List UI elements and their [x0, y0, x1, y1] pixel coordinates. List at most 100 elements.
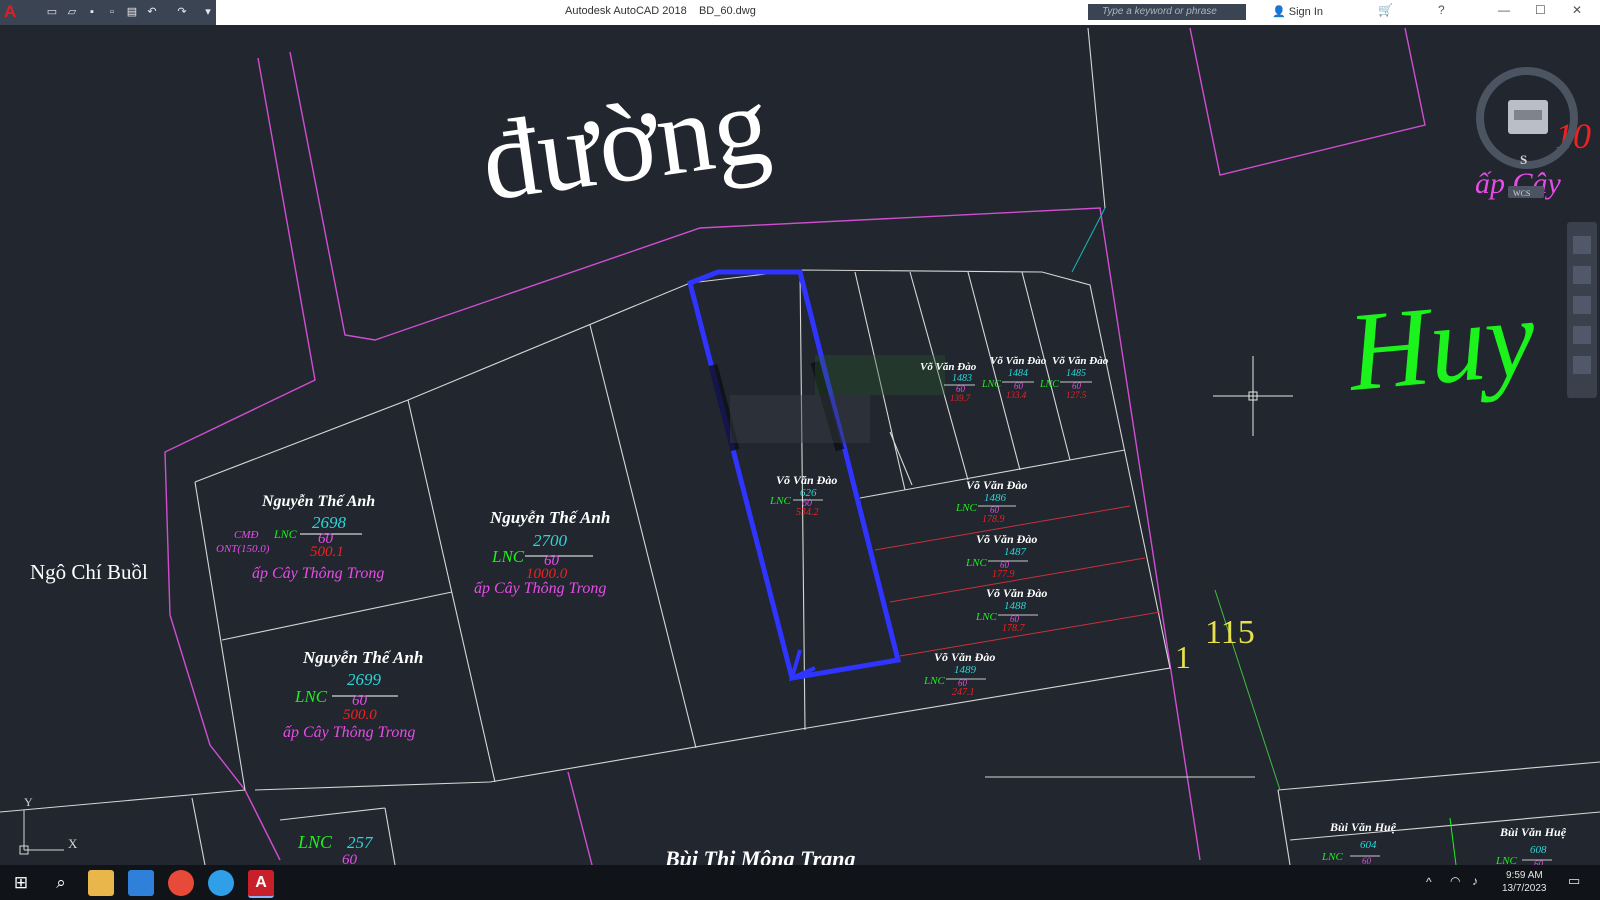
- area-value: 127.5: [1066, 390, 1087, 400]
- parcel-number: 1489: [954, 664, 977, 676]
- land-type: LNC: [955, 502, 977, 514]
- window-title: Autodesk AutoCAD 2018 BD_60.dwg: [565, 5, 756, 17]
- land-type: LNC: [1321, 851, 1343, 863]
- area-value: 500.1: [310, 544, 344, 560]
- parcel-number: 2700: [533, 531, 568, 550]
- road-bottom-label: Bùi Thị Mộng Trang: [664, 846, 856, 865]
- search-input[interactable]: Type a keyword or phrase: [1088, 4, 1246, 20]
- parcel-number: 1486: [984, 492, 1007, 504]
- area-value: 178.9: [982, 514, 1005, 525]
- ont-label: ONT(150.0): [216, 543, 270, 555]
- area-value: 177.9: [992, 569, 1015, 580]
- autocad-logo-icon[interactable]: A: [4, 3, 22, 21]
- owner-label: Bùi Văn Huệ: [1499, 825, 1567, 839]
- clock-time[interactable]: 9:59 AM: [1506, 870, 1543, 881]
- owner-label: Võ Văn Đào: [920, 361, 977, 373]
- drawing-canvas[interactable]: đường Huy Ngô Chí Buồl Bùi Thị Mộng Tran…: [0, 25, 1600, 865]
- chevron-down-icon[interactable]: ▾: [202, 6, 214, 18]
- area-value: 534.2: [796, 507, 819, 518]
- sign-in-label: Sign In: [1288, 6, 1324, 18]
- label-115: 115: [1205, 614, 1255, 651]
- windows-start-icon[interactable]: ⊞: [8, 870, 34, 896]
- land-type: LNC: [1495, 855, 1517, 865]
- blurred-region: [730, 395, 870, 443]
- parcel-number: 257: [347, 833, 374, 852]
- print-icon[interactable]: ▤: [126, 6, 138, 18]
- notification-icon[interactable]: ▭: [1568, 873, 1580, 889]
- hamlet-label: ấp Cây Thông Trong: [474, 580, 606, 597]
- owner-label: Võ Văn Đào: [1052, 355, 1109, 367]
- land-type: LNC: [965, 557, 987, 569]
- parcel-number: 1487: [1004, 546, 1027, 558]
- messenger-icon[interactable]: [208, 870, 234, 896]
- owner-label: Nguyễn Thế Anh: [261, 493, 375, 510]
- parcel-number: 2699: [347, 670, 382, 689]
- title-bar: A ▭ ▱ ▪ ▫ ▤ ↶ ↷ ▾ Autodesk AutoCAD 2018 …: [0, 0, 1600, 26]
- network-icon[interactable]: ◠: [1450, 874, 1460, 888]
- cart-icon[interactable]: 🛒: [1378, 3, 1393, 17]
- new-file-icon[interactable]: ▭: [46, 6, 58, 18]
- area-value: 500.0: [343, 707, 377, 723]
- minimize-button[interactable]: —: [1498, 3, 1510, 17]
- land-type: LNC: [981, 379, 1001, 390]
- road-left-label: Ngô Chí Buồl: [30, 560, 148, 584]
- open-file-icon[interactable]: ▱: [66, 6, 78, 18]
- sign-in-button[interactable]: 👤 Sign In: [1272, 5, 1323, 18]
- parcel-number: 2698: [312, 513, 347, 532]
- user-icon: 👤: [1272, 6, 1286, 18]
- owner-label: Bùi Văn Huệ: [1329, 820, 1397, 834]
- owner-label: Nguyễn Thế Anh: [489, 508, 610, 527]
- sheet-number: 60: [342, 852, 358, 865]
- owner-label: Võ Văn Đào: [986, 586, 1047, 600]
- close-button[interactable]: ✕: [1572, 3, 1582, 17]
- parcel-number: 1484: [1008, 368, 1028, 379]
- save-as-icon[interactable]: ▫: [106, 6, 118, 18]
- parcel-number: 1488: [1004, 600, 1027, 612]
- ucs-x-label: X: [68, 836, 78, 851]
- area-value: 178.7: [1002, 623, 1026, 634]
- land-type: LNC: [1039, 379, 1059, 390]
- store-icon[interactable]: [128, 870, 154, 896]
- owner-label: Võ Văn Đào: [776, 473, 837, 487]
- app-name: Autodesk AutoCAD 2018: [565, 5, 687, 17]
- quick-access-toolbar: A ▭ ▱ ▪ ▫ ▤ ↶ ↷ ▾: [0, 0, 216, 25]
- windows-taskbar: ⊞ ⌕ A ^ ◠ ♪ 9:59 AM 13/7/2023 ▭: [0, 865, 1600, 900]
- autocad-taskbar-icon[interactable]: A: [248, 870, 274, 898]
- label-1: 1: [1175, 639, 1191, 675]
- parcel-number: 604: [1360, 839, 1377, 851]
- volume-icon[interactable]: ♪: [1472, 874, 1478, 888]
- parcel-number: 1483: [952, 373, 972, 384]
- parcel-number: 608: [1530, 844, 1547, 856]
- huy-label: Huy: [1341, 275, 1540, 415]
- hamlet-label: ấp Cây Thông Trong: [252, 565, 384, 582]
- file-explorer-icon[interactable]: [88, 870, 114, 896]
- owner-label: Nguyễn Thế Anh: [302, 648, 423, 667]
- viewcube-compass-label: S: [1520, 152, 1527, 167]
- file-name: BD_60.dwg: [698, 5, 756, 17]
- land-type: LNC: [273, 527, 298, 541]
- land-type: LNC: [923, 675, 945, 687]
- chevron-up-icon[interactable]: ^: [1426, 875, 1432, 889]
- navigation-bar[interactable]: [1567, 222, 1597, 398]
- search-icon[interactable]: ⌕: [48, 870, 74, 896]
- area-value: 133.4: [1006, 390, 1027, 400]
- owner-label: Võ Văn Đào: [976, 532, 1037, 546]
- hamlet-label: ấp Cây Thông Trong: [283, 724, 415, 741]
- wcs-label[interactable]: WCS: [1513, 189, 1530, 198]
- ucs-y-label: Y: [24, 795, 33, 809]
- maximize-button[interactable]: ☐: [1535, 3, 1546, 17]
- save-icon[interactable]: ▪: [86, 6, 98, 18]
- land-type: LNC: [294, 687, 328, 706]
- sheet-number: 60: [1362, 856, 1372, 865]
- undo-icon[interactable]: ↶: [146, 6, 158, 18]
- land-type: LNC: [769, 495, 791, 507]
- owner-label: Võ Văn Đào: [934, 650, 995, 664]
- area-value: 139.7: [950, 393, 971, 403]
- clock-date[interactable]: 13/7/2023: [1502, 883, 1547, 894]
- redo-icon[interactable]: ↷: [176, 6, 188, 18]
- land-type: LNC: [975, 611, 997, 623]
- land-type: LNC: [491, 547, 525, 566]
- chrome-icon[interactable]: [168, 870, 194, 896]
- help-icon[interactable]: ?: [1438, 3, 1445, 17]
- cmd-label: CMĐ: [234, 529, 259, 541]
